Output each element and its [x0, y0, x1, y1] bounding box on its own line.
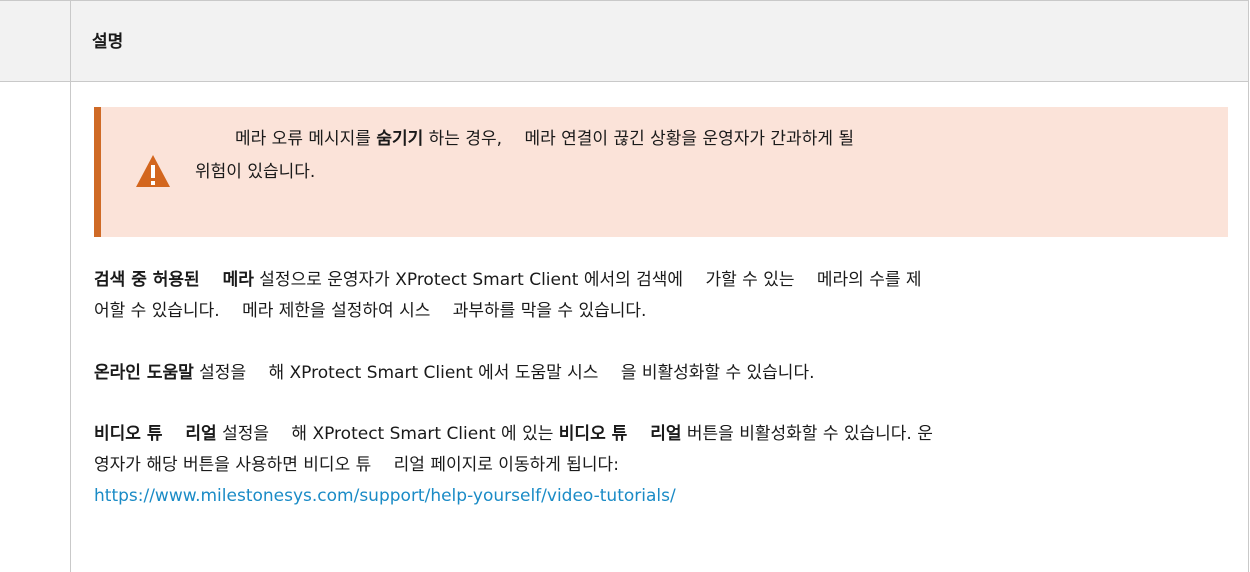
- camera-search-limit-label: 검색 중 허용된 메라: [94, 270, 254, 290]
- camera-search-limit-text: 설정으로 운영자가 XProtect Smart Client 에서의 검색에 …: [253, 270, 922, 290]
- column-divider: [70, 1, 71, 572]
- camera-search-limit-text-2: 어할 수 있습니다. 메라 제한을 설정하여 시스 과부하를 막을 수 있습니다…: [94, 301, 647, 321]
- video-tutorials-button-name: 비디오 튜 리얼: [558, 424, 682, 444]
- video-tutorials-paragraph: 비디오 튜 리얼 설정을 해 XProtect Smart Client 에 있…: [94, 419, 1224, 512]
- table-right-border: [1248, 1, 1249, 572]
- warning-callout: 메라 오류 메시지를 숨기기 하는 경우, 메라 연결이 끊긴 상황을 운영자가…: [94, 107, 1228, 237]
- warning-triangle-icon: [136, 155, 170, 187]
- online-help-text: 설정을 해 XProtect Smart Client 에서 도움말 시스 을 …: [193, 363, 815, 383]
- table-header-row: 설명: [0, 1, 1249, 82]
- warning-message: 메라 오류 메시지를 숨기기 하는 경우, 메라 연결이 끊긴 상황을 운영자가…: [195, 123, 1123, 189]
- settings-table: 설명 메라 오류 메시지를 숨기기 하는 경우, 메라 연결이 끊긴 상황을 운…: [0, 0, 1249, 572]
- video-tutorials-text-3: 영자가 해당 버튼을 사용하면 비디오 튜 리얼 페이지로 이동하게 됩니다:: [94, 455, 619, 475]
- description-column-header: 설명: [92, 32, 124, 52]
- online-help-paragraph: 온라인 도움말 설정을 해 XProtect Smart Client 에서 도…: [94, 358, 1224, 389]
- video-tutorials-text-2: 버튼을 비활성화할 수 있습니다. 운: [681, 424, 933, 444]
- video-tutorials-link[interactable]: https://www.milestonesys.com/support/hel…: [94, 486, 676, 506]
- warning-text-end: 하는 경우, 메라 연결이 끊긴 상황을 운영자가 간과하게 될: [423, 129, 855, 149]
- online-help-label: 온라인 도움말: [94, 363, 194, 383]
- warning-text-bold: 숨기기: [376, 129, 424, 149]
- camera-search-limit-paragraph: 검색 중 허용된 메라 설정으로 운영자가 XProtect Smart Cli…: [94, 265, 1224, 327]
- warning-line-1: 메라 오류 메시지를 숨기기 하는 경우, 메라 연결이 끊긴 상황을 운영자가…: [223, 123, 1123, 156]
- warning-accent-bar: [94, 107, 101, 237]
- video-tutorials-text: 설정을 해 XProtect Smart Client 에 있는: [216, 424, 559, 444]
- warning-text-start: 메라 오류 메시지를: [235, 129, 377, 149]
- video-tutorials-label: 비디오 튜 리얼: [94, 424, 217, 444]
- warning-line-2: 위험이 있습니다.: [195, 162, 316, 182]
